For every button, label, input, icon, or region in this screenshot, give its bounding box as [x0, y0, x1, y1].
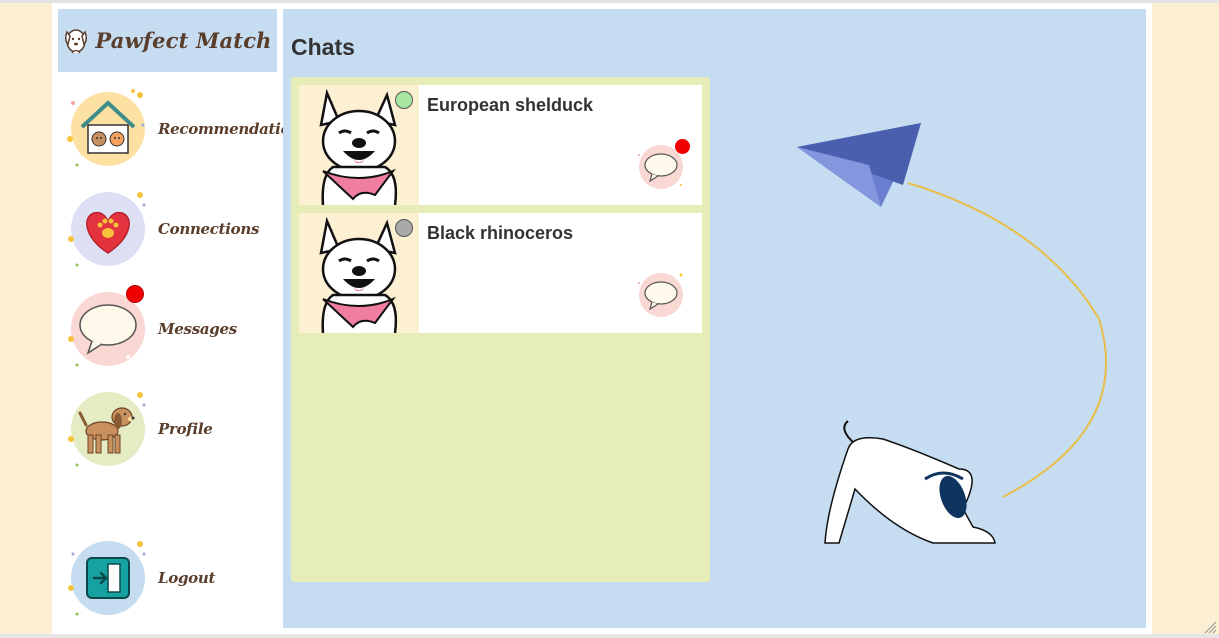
- nav-label-logout: Logout: [158, 569, 216, 587]
- app-container: Pawfect Match Recommendations Connection…: [52, 3, 1152, 634]
- resize-grip-icon[interactable]: [1203, 620, 1217, 634]
- sidebar: Pawfect Match Recommendations Connection…: [52, 3, 309, 634]
- nav-messages[interactable]: Messages: [64, 285, 279, 371]
- nav-label-messages: Messages: [158, 320, 237, 338]
- playful-dog-illustration: [824, 420, 996, 544]
- nav-logout[interactable]: Logout: [64, 536, 279, 620]
- exit-door-icon: [64, 536, 150, 620]
- nav-connections[interactable]: Connections: [64, 187, 279, 271]
- dog-icon: [64, 387, 150, 471]
- heart-paw-icon: [64, 187, 150, 271]
- window-bottom-border: [0, 634, 1219, 638]
- chats-panel: Chats European shelduck Black rhinoceros: [283, 9, 1146, 628]
- app-name: Pawfect Match: [95, 28, 272, 53]
- dog-logo-icon: [65, 28, 88, 53]
- nav-profile[interactable]: Profile: [64, 387, 279, 471]
- logo[interactable]: Pawfect Match: [58, 9, 277, 72]
- nav-recommendations[interactable]: Recommendations: [64, 87, 309, 171]
- paper-plane-dog-illustration: [797, 123, 1107, 544]
- house-pets-icon: [64, 87, 150, 171]
- nav-label-profile: Profile: [158, 420, 213, 438]
- nav-label-connections: Connections: [158, 220, 260, 238]
- messages-notification-badge: [126, 285, 144, 303]
- paper-plane-icon: [797, 123, 921, 207]
- speech-bubble-icon: [64, 285, 150, 371]
